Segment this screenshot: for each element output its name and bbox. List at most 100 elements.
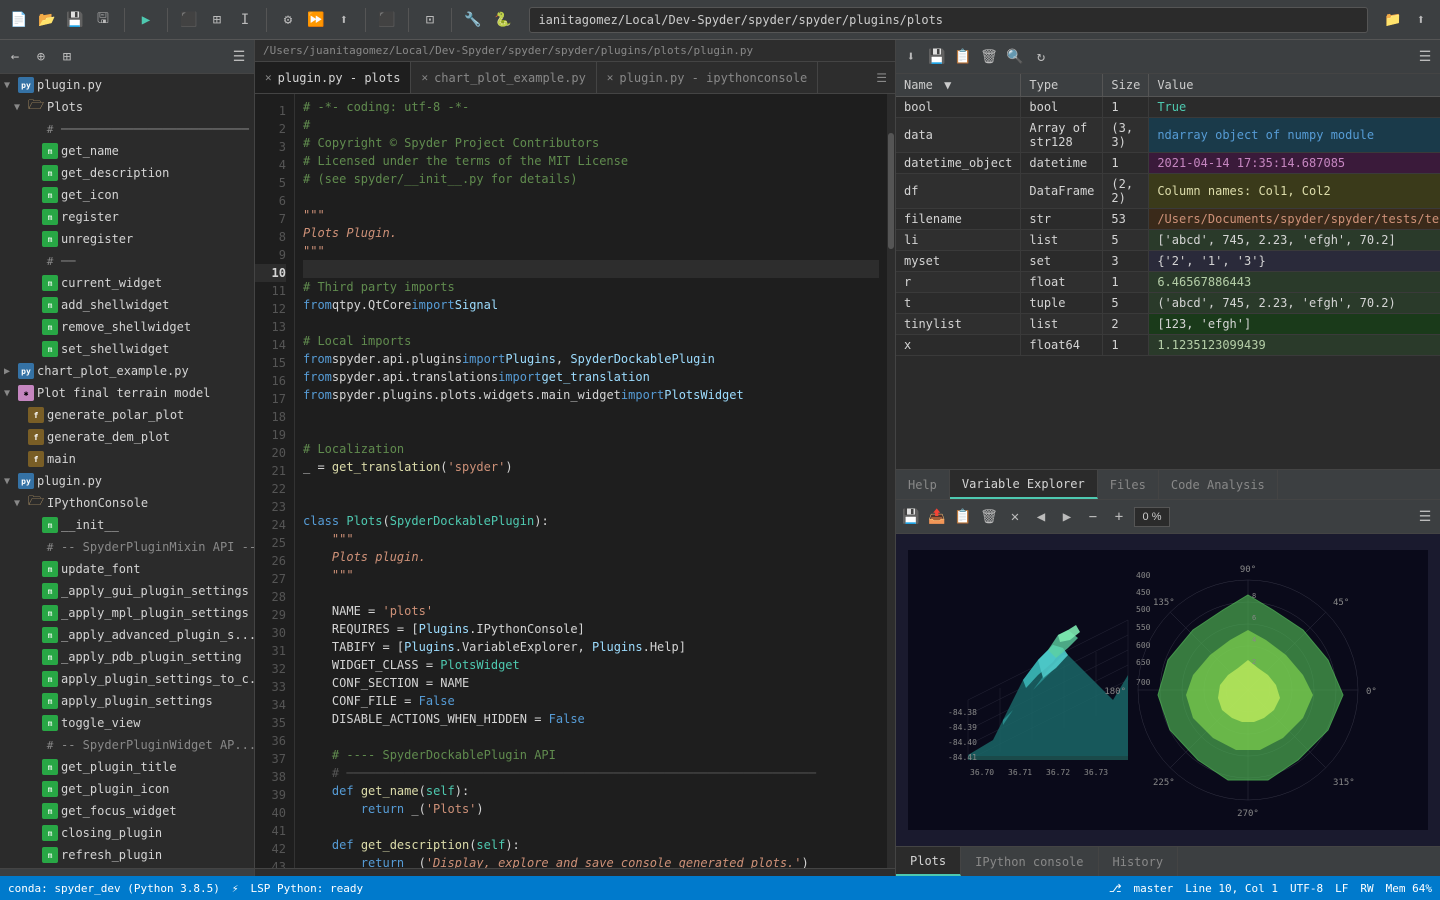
sidebar-copy-icon[interactable]: ⊕ [30, 46, 52, 68]
col-name[interactable]: Name ▼ [896, 74, 1021, 97]
var-row-filename[interactable]: filename str 53 /Users/Documents/spyder/… [896, 209, 1440, 230]
tree-item-remove-shell[interactable]: m remove_shellwidget [0, 316, 254, 338]
tree-item-register[interactable]: m register [0, 206, 254, 228]
tab-close-3[interactable]: ✕ [607, 71, 614, 84]
tree-item-dem[interactable]: f generate_dem_plot [0, 426, 254, 448]
delete-icon[interactable]: 🗑 [978, 46, 1000, 68]
tree-item-apply-gui[interactable]: m _apply_gui_plugin_settings [0, 580, 254, 602]
tree-item-unregister[interactable]: m unregister [0, 228, 254, 250]
var-row-r[interactable]: r float 1 6.46567886443 [896, 272, 1440, 293]
tab-ipython-console[interactable]: IPython console [961, 847, 1098, 876]
sidebar-more-icon[interactable]: ⊞ [56, 46, 78, 68]
editor-bottom-scrollbar[interactable] [255, 868, 895, 876]
tree-item-get-desc[interactable]: m get_description [0, 162, 254, 184]
debug-icon[interactable]: ⚙ [277, 9, 299, 31]
cursor-icon[interactable]: I [234, 9, 256, 31]
plot-copy-icon[interactable]: 📋 [952, 506, 974, 528]
tree-item-apply-settings[interactable]: m apply_plugin_settings [0, 690, 254, 712]
plot-close-icon[interactable]: ✕ [1004, 506, 1026, 528]
step-icon[interactable]: ⏩ [305, 9, 327, 31]
sidebar-scrollbar[interactable] [0, 868, 254, 876]
tree-item-get-title[interactable]: m get_plugin_title [0, 756, 254, 778]
col-size[interactable]: Size [1103, 74, 1149, 97]
tree-item-get-name[interactable]: m get_name [0, 140, 254, 162]
tree-item-closing[interactable]: m closing_plugin [0, 822, 254, 844]
tree-item-ipython-class[interactable]: ▼ 🗁 IPythonConsole [0, 492, 254, 514]
col-value[interactable]: Value [1149, 74, 1440, 97]
tab-plugin-plots[interactable]: ✕ plugin.py - plots [255, 62, 411, 93]
prefs-icon[interactable]: 🔧 [462, 9, 484, 31]
editor-tab-menu[interactable]: ☰ [868, 71, 895, 85]
tree-item-update-font[interactable]: m update_font [0, 558, 254, 580]
tree-item-apply-mpl[interactable]: m _apply_mpl_plugin_settings [0, 602, 254, 624]
scrollbar-thumb[interactable] [888, 133, 894, 249]
var-row-myset[interactable]: myset set 3 {'2', '1', '3'} [896, 251, 1440, 272]
plot-zoom-in-icon[interactable]: + [1108, 506, 1130, 528]
tree-item-set-shell[interactable]: m set_shellwidget [0, 338, 254, 360]
plot-delete-icon[interactable]: 🗑 [978, 506, 1000, 528]
browse-icon[interactable]: 📁 [1382, 9, 1404, 31]
tree-item-chart-py[interactable]: ▶ py chart_plot_example.py [0, 360, 254, 382]
tree-item-main[interactable]: f main [0, 448, 254, 470]
var-row-x[interactable]: x float64 1 1.1235123099439 [896, 335, 1440, 356]
sidebar-menu-icon[interactable]: ☰ [228, 46, 250, 68]
tree-item-apply-adv[interactable]: m _apply_advanced_plugin_s... [0, 624, 254, 646]
tree-item-terrain-class[interactable]: ▼ ✱ Plot final terrain model [0, 382, 254, 404]
plot-next-icon[interactable]: ▶ [1056, 506, 1078, 528]
refresh-icon[interactable]: ↻ [1030, 46, 1052, 68]
var-menu-icon[interactable]: ☰ [1414, 46, 1436, 68]
import-icon[interactable]: ⬇ [900, 46, 922, 68]
tree-item-apply-pdb[interactable]: m _apply_pdb_plugin_setting [0, 646, 254, 668]
code-content[interactable]: # -*- coding: utf-8 -*- # # Copyright © … [295, 94, 887, 868]
export-copy-icon[interactable]: 📋 [952, 46, 974, 68]
new-file-icon[interactable]: 📄 [8, 9, 30, 31]
var-row-datetime[interactable]: datetime_object datetime 1 2021-04-14 17… [896, 153, 1440, 174]
tab-close-2[interactable]: ✕ [421, 71, 428, 84]
save-all-icon[interactable]: 🖫 [92, 9, 114, 31]
plot-save-icon[interactable]: 💾 [900, 506, 922, 528]
inspector-icon[interactable]: ⊡ [419, 9, 441, 31]
var-row-tinylist[interactable]: tinylist list 2 [123, 'efgh'] [896, 314, 1440, 335]
open-file-icon[interactable]: 📂 [36, 9, 58, 31]
tree-item-polar[interactable]: f generate_polar_plot [0, 404, 254, 426]
tab-chart-example[interactable]: ✕ chart_plot_example.py [411, 62, 596, 93]
export-icon[interactable]: 💾 [926, 46, 948, 68]
var-row-li[interactable]: li list 5 ['abcd', 745, 2.23, 'efgh', 70… [896, 230, 1440, 251]
tree-item-plugin-py-1[interactable]: ▼ py plugin.py [0, 74, 254, 96]
tab-files[interactable]: Files [1098, 470, 1159, 499]
upload-icon[interactable]: ⬆ [1410, 9, 1432, 31]
save-icon[interactable]: 💾 [64, 9, 86, 31]
tab-variable-explorer[interactable]: Variable Explorer [950, 470, 1098, 499]
plot-prev-icon[interactable]: ◀ [1030, 506, 1052, 528]
var-row-t[interactable]: t tuple 5 ('abcd', 745, 2.23, 'efgh', 70… [896, 293, 1440, 314]
tab-plots[interactable]: Plots [896, 847, 961, 876]
plot-export-icon[interactable]: 📤 [926, 506, 948, 528]
tab-help[interactable]: Help [896, 470, 950, 499]
split-icon[interactable]: ⊞ [206, 9, 228, 31]
tree-item-plots-class[interactable]: ▼ 🗁 Plots [0, 96, 254, 118]
tab-close-1[interactable]: ✕ [265, 71, 272, 84]
var-row-bool[interactable]: bool bool 1 True [896, 97, 1440, 118]
tree-item-current-widget[interactable]: m current_widget [0, 272, 254, 294]
var-row-df[interactable]: df DataFrame (2, 2) Column names: Col1, … [896, 174, 1440, 209]
tab-plugin-ipython[interactable]: ✕ plugin.py - ipythonconsole [597, 62, 818, 93]
stop-icon[interactable]: ⬛ [376, 9, 398, 31]
search-icon[interactable]: 🔍 [1004, 46, 1026, 68]
tree-item-apply-to-c[interactable]: m apply_plugin_settings_to_c... [0, 668, 254, 690]
zoom-input[interactable] [1134, 507, 1170, 527]
tree-item-add-shell[interactable]: m add_shellwidget [0, 294, 254, 316]
tree-item-plugin-py-2[interactable]: ▼ py plugin.py [0, 470, 254, 492]
run-icon[interactable]: ▶ [135, 9, 157, 31]
plot-menu-icon[interactable]: ☰ [1414, 506, 1436, 528]
pane-icon[interactable]: ⬛ [178, 9, 200, 31]
tree-item-get-icon[interactable]: m get_icon [0, 184, 254, 206]
path-bar[interactable]: ianitagomez/Local/Dev-Spyder/spyder/spyd… [529, 7, 1368, 33]
col-type[interactable]: Type [1021, 74, 1103, 97]
tree-item-toggle-view[interactable]: m toggle_view [0, 712, 254, 734]
tree-item-refresh[interactable]: m refresh_plugin [0, 844, 254, 866]
plot-zoom-out-icon[interactable]: − [1082, 506, 1104, 528]
tree-item-init[interactable]: m __init__ [0, 514, 254, 536]
tab-history[interactable]: History [1099, 847, 1179, 876]
tree-item-get-focus[interactable]: m get_focus_widget [0, 800, 254, 822]
tree-item-get-plugin-icon[interactable]: m get_plugin_icon [0, 778, 254, 800]
